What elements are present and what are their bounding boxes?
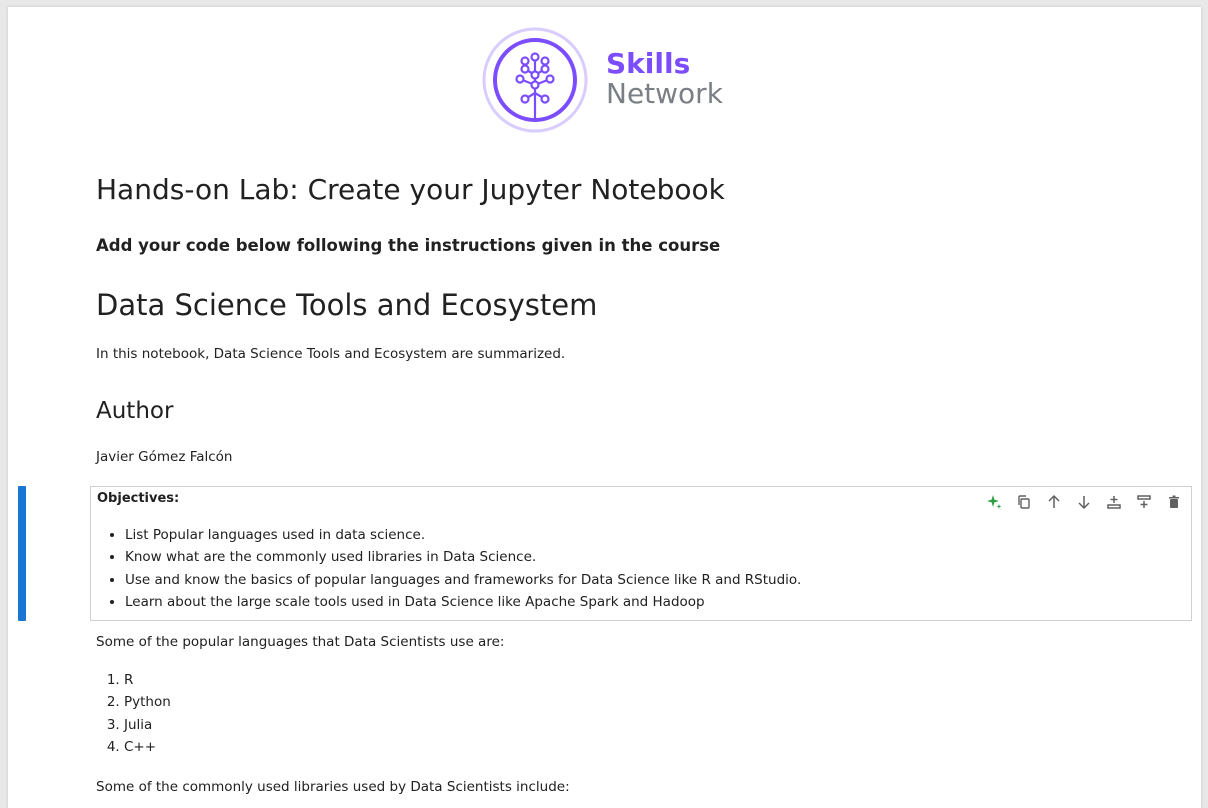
logo-wordmark: Skills Network — [606, 49, 723, 109]
notebook-page: Skills Network Hands-on Lab: Create your… — [8, 7, 1201, 808]
objectives-list: List Popular languages used in data scie… — [97, 524, 801, 613]
page-title: Hands-on Lab: Create your Jupyter Notebo… — [96, 173, 725, 206]
list-item: C++ — [124, 736, 171, 758]
cell-toolbar — [979, 491, 1189, 513]
logo-line1: Skills — [606, 47, 691, 80]
section-heading: Data Science Tools and Ecosystem — [96, 288, 598, 322]
author-name: Javier Gómez Falcón — [96, 449, 233, 465]
move-down-icon[interactable] — [1069, 491, 1099, 513]
author-heading: Author — [96, 398, 174, 424]
intro-text: In this notebook, Data Science Tools and… — [96, 346, 566, 362]
skills-network-logo: Skills Network — [482, 27, 742, 135]
sparkle-ai-icon[interactable] — [979, 491, 1009, 513]
page-subtitle: Add your code below following the instru… — [96, 236, 721, 255]
logo-line2: Network — [606, 77, 723, 110]
list-item: Use and know the basics of popular langu… — [125, 569, 801, 591]
duplicate-icon[interactable] — [1009, 491, 1039, 513]
objectives-title: Objectives: — [97, 491, 180, 506]
move-up-icon[interactable] — [1039, 491, 1069, 513]
list-item: Python — [124, 691, 171, 713]
insert-above-icon[interactable] — [1099, 491, 1129, 513]
skills-network-tree-icon — [482, 27, 588, 133]
libraries-intro: Some of the commonly used libraries used… — [96, 779, 570, 795]
languages-intro: Some of the popular languages that Data … — [96, 634, 505, 650]
objectives-cell[interactable]: Objectives: • List Popular languages use… — [90, 486, 1192, 621]
list-item: R — [124, 669, 171, 691]
list-item: Julia — [124, 714, 171, 736]
active-cell-indicator[interactable] — [18, 486, 26, 621]
languages-list: R Python Julia C++ — [96, 669, 171, 758]
delete-icon[interactable] — [1159, 491, 1189, 513]
list-item: Know what are the commonly used librarie… — [125, 546, 801, 568]
list-item: Learn about the large scale tools used i… — [125, 591, 801, 613]
insert-below-icon[interactable] — [1129, 491, 1159, 513]
list-item: List Popular languages used in data scie… — [125, 524, 801, 546]
